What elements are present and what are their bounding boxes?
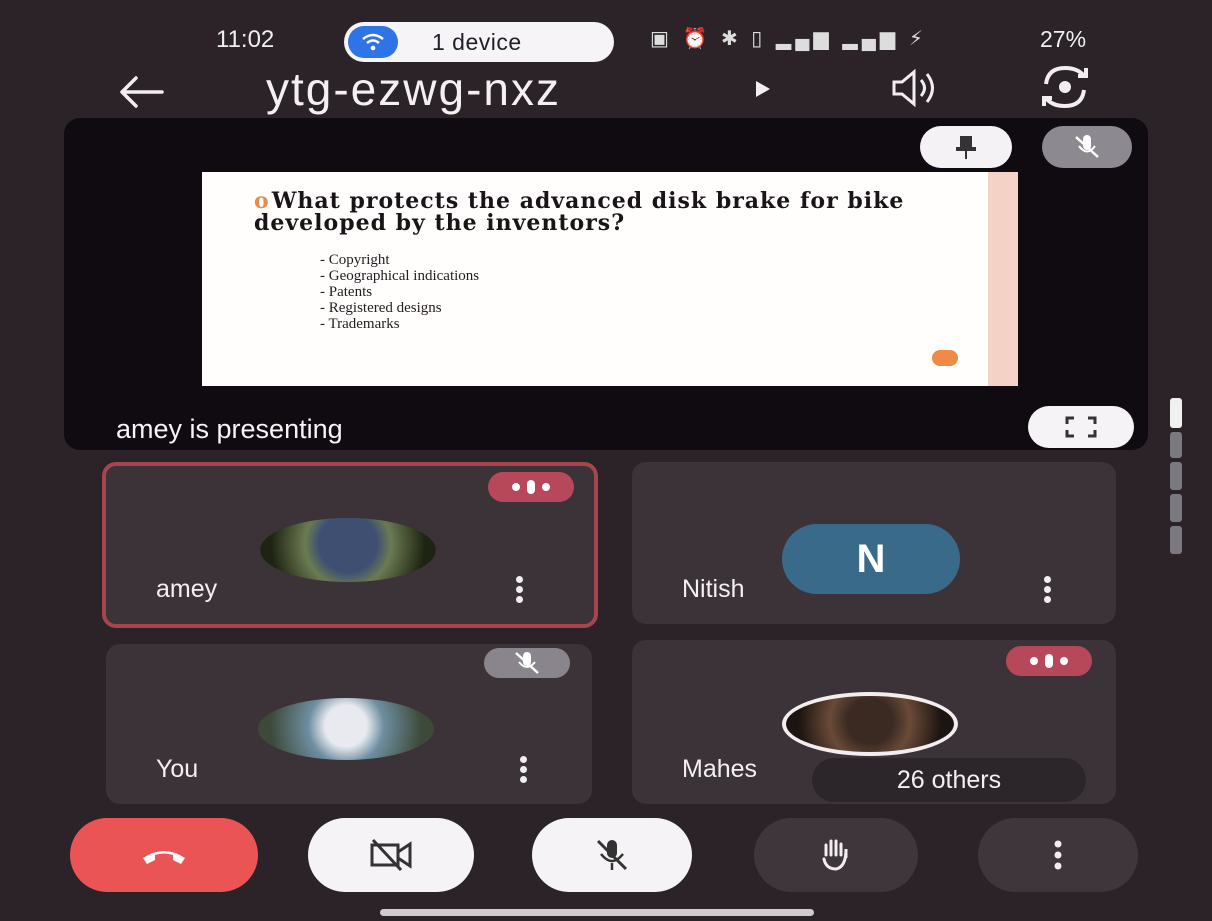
more-vert-icon[interactable] xyxy=(520,756,528,784)
participant-name: You xyxy=(156,755,199,783)
status-time: 11:02 xyxy=(216,26,275,53)
slide-badge xyxy=(932,350,958,366)
participant-tile-you[interactable]: You xyxy=(106,644,592,804)
mic-off-icon xyxy=(515,652,539,674)
battery-percent: 27% xyxy=(1040,26,1087,52)
cast-device-chip[interactable]: 1 device xyxy=(344,22,614,62)
speaking-indicator xyxy=(1006,646,1092,676)
shared-slide: oWhat protects the advanced disk brake f… xyxy=(202,172,1018,386)
slide-option: Copyright xyxy=(320,252,479,268)
participant-name: amey xyxy=(156,575,218,603)
avatar xyxy=(260,518,436,582)
mic-toggle-button[interactable] xyxy=(532,818,692,892)
participant-tile-amey[interactable]: amey xyxy=(102,462,598,628)
more-vert-icon[interactable] xyxy=(1044,576,1052,604)
raise-hand-icon xyxy=(822,839,848,871)
pin-button[interactable] xyxy=(920,126,1012,168)
slide-option: Geographical indications xyxy=(320,268,479,284)
grid-scrollbar[interactable] xyxy=(1170,398,1182,558)
participant-tile-nitish[interactable]: N Nitish xyxy=(632,462,1116,624)
more-vert-icon[interactable] xyxy=(516,576,524,604)
wifi-icon xyxy=(348,26,398,58)
home-gesture-bar[interactable] xyxy=(380,909,814,916)
nfc-icon: ▣ xyxy=(650,28,673,50)
end-call-button[interactable] xyxy=(70,818,258,892)
bluetooth-icon: ✱ xyxy=(720,28,742,50)
camera-off-icon xyxy=(370,838,412,872)
volte-icon: ▯ xyxy=(751,28,767,50)
signal-icon: ▂▄▆ xyxy=(775,28,833,50)
muted-indicator xyxy=(484,648,570,678)
status-icons: ▣ ⏰ ✱ ▯ ▂▄▆ ▂▄▆ ⚡ xyxy=(650,26,927,51)
avatar xyxy=(258,698,434,760)
arrow-left-icon[interactable] xyxy=(118,72,166,112)
signal-icon: ▂▄▆ xyxy=(842,28,900,50)
alarm-icon: ⏰ xyxy=(682,28,712,50)
phone-hangup-icon xyxy=(143,851,185,864)
presentation-panel[interactable]: oWhat protects the advanced disk brake f… xyxy=(64,118,1148,450)
others-count-chip[interactable]: 26 others xyxy=(812,758,1086,802)
cast-device-label: 1 device xyxy=(432,29,522,55)
pin-icon xyxy=(956,136,976,159)
more-options-button[interactable] xyxy=(978,818,1138,892)
slide-option: Trademarks xyxy=(320,316,479,332)
fullscreen-button[interactable] xyxy=(1028,406,1134,448)
slide-question: oWhat protects the advanced disk brake f… xyxy=(254,190,974,234)
presenter-label: amey is presenting xyxy=(116,414,343,444)
status-bar: 11:02 1 device ▣ ⏰ ✱ ▯ ▂▄▆ ▂▄▆ ⚡ 27% xyxy=(0,18,1212,62)
slide-question-text: What protects the advanced disk brake fo… xyxy=(254,188,905,236)
participant-name: Nitish xyxy=(682,575,745,603)
slide-option: Registered designs xyxy=(320,300,479,316)
mic-off-icon xyxy=(1075,135,1099,158)
slide-edge-decoration xyxy=(988,172,1018,386)
avatar xyxy=(782,692,958,756)
more-vert-icon xyxy=(1054,840,1062,870)
slide-options: Copyright Geographical indications Paten… xyxy=(320,252,479,332)
speaker-icon[interactable] xyxy=(888,68,940,108)
avatar: N xyxy=(782,524,960,594)
presenter-mute-button[interactable] xyxy=(1042,126,1132,168)
speaking-indicator xyxy=(488,472,574,502)
fullscreen-icon xyxy=(1065,416,1097,438)
battery-saver-icon: ⚡ xyxy=(908,28,927,50)
mic-off-icon xyxy=(596,839,628,871)
camera-flip-icon[interactable] xyxy=(1038,62,1092,112)
raise-hand-button[interactable] xyxy=(754,818,918,892)
camera-toggle-button[interactable] xyxy=(308,818,474,892)
play-icon[interactable] xyxy=(755,80,771,98)
meeting-code[interactable]: ytg-ezwg-nxz xyxy=(266,62,561,116)
participant-name: Mahes xyxy=(682,755,758,783)
slide-option: Patents xyxy=(320,284,479,300)
